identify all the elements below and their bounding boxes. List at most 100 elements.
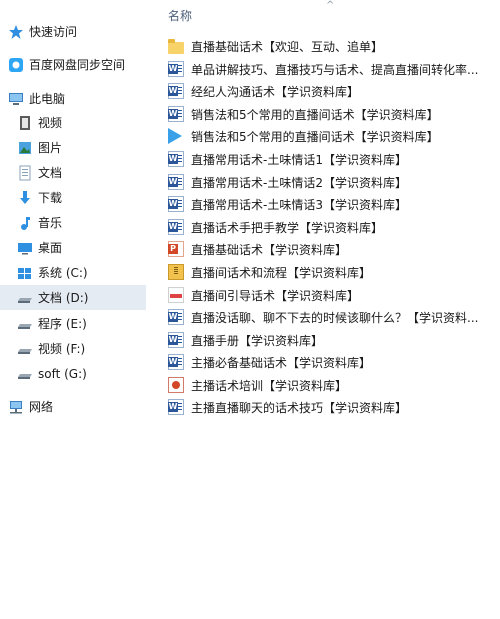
nav-this-pc[interactable]: 此电脑	[8, 86, 154, 111]
file-row[interactable]: 销售法和5个常用的直播间话术【学识资料库】	[168, 125, 498, 147]
file-name: 经纪人沟通话术【学识资料库】	[191, 84, 360, 99]
nav-drive-c[interactable]: 系统 (C:)	[17, 260, 163, 285]
word-document-icon	[168, 83, 184, 99]
navigation-pane: 快速访问 百度网盘同步空间 此电脑 视频 图片 文档 下载 音乐 桌面 系统 (…	[0, 0, 150, 619]
file-row[interactable]: 销售法和5个常用的直播间话术【学识资料库】	[168, 103, 498, 125]
document-folder-icon	[17, 165, 33, 181]
baidu-netdisk-icon	[8, 57, 24, 73]
file-row[interactable]: 直播间话术和流程【学识资料库】	[168, 261, 498, 283]
file-name: 单品讲解技巧、直播技巧与话术、提高直播间转化率...	[191, 62, 479, 77]
nav-label: 百度网盘同步空间	[29, 58, 126, 72]
word-document-icon	[168, 354, 184, 370]
computer-icon	[8, 91, 24, 107]
file-name: 直播常用话术-土味情话2【学识资料库】	[191, 175, 407, 190]
file-row[interactable]: 直播常用话术-土味情话3【学识资料库】	[168, 193, 498, 215]
file-name: 主播直播聊天的话术技巧【学识资料库】	[191, 400, 408, 415]
word-document-icon	[168, 332, 184, 348]
drive-icon	[17, 316, 33, 332]
file-name: 直播基础话术【学识资料库】	[191, 242, 348, 257]
nav-label: soft (G:)	[38, 366, 87, 381]
nav-drive-f[interactable]: 视频 (F:)	[17, 336, 163, 361]
nav-label: 文档	[38, 166, 63, 180]
word-document-icon	[168, 174, 184, 190]
word-document-icon	[168, 106, 184, 122]
word-document-icon	[168, 196, 184, 212]
file-name: 直播间话术和流程【学识资料库】	[191, 265, 372, 280]
file-row[interactable]: 单品讲解技巧、直播技巧与话术、提高直播间转化率...	[168, 58, 498, 80]
nav-drive-e[interactable]: 程序 (E:)	[17, 311, 163, 336]
word-document-icon	[168, 219, 184, 235]
nav-desktop[interactable]: 桌面	[17, 235, 163, 260]
word-document-icon	[168, 61, 184, 77]
word-document-icon	[168, 309, 184, 325]
word-document-icon	[168, 151, 184, 167]
nav-label: 音乐	[38, 216, 63, 230]
file-name: 直播话术手把手教学【学识资料库】	[191, 220, 384, 235]
drive-icon	[17, 290, 33, 306]
file-row[interactable]: 直播基础话术【欢迎、互动、追单】	[168, 35, 498, 57]
file-row[interactable]: 经纪人沟通话术【学识资料库】	[168, 80, 498, 102]
file-name: 主播话术培训【学识资料库】	[191, 378, 348, 393]
file-list: ^ 名称 直播基础话术【欢迎、互动、追单】 单品讲解技巧、直播技巧与话术、提高直…	[160, 0, 500, 619]
pdf-file-icon	[168, 287, 184, 303]
star-icon	[8, 24, 24, 40]
download-folder-icon	[17, 190, 33, 206]
nav-documents[interactable]: 文档	[17, 160, 163, 185]
nav-label: 视频	[38, 116, 63, 130]
drive-icon	[17, 366, 33, 382]
archive-file-icon	[168, 264, 184, 280]
file-row[interactable]: 主播必备基础话术【学识资料库】	[168, 351, 498, 373]
file-name: 直播手册【学识资料库】	[191, 333, 324, 348]
column-header-name[interactable]: 名称	[168, 7, 192, 24]
file-name: 主播必备基础话术【学识资料库】	[191, 355, 372, 370]
sort-ascending-icon[interactable]: ^	[326, 0, 334, 11]
network-icon	[8, 399, 24, 415]
nav-label: 桌面	[38, 241, 63, 255]
file-name: 销售法和5个常用的直播间话术【学识资料库】	[191, 107, 439, 122]
nav-label: 系统 (C:)	[38, 266, 88, 280]
video-file-icon	[168, 128, 182, 144]
file-row[interactable]: 直播手册【学识资料库】	[168, 329, 498, 351]
nav-drive-g[interactable]: soft (G:)	[17, 361, 163, 386]
file-name: 销售法和5个常用的直播间话术【学识资料库】	[191, 129, 439, 144]
nav-music[interactable]: 音乐	[17, 210, 163, 235]
nav-quick-access[interactable]: 快速访问	[8, 19, 154, 44]
nav-label: 此电脑	[29, 92, 66, 106]
file-name: 直播没话聊、聊不下去的时候该聊什么？【学识资料...	[191, 310, 479, 325]
picture-folder-icon	[17, 140, 33, 156]
file-row[interactable]: 直播基础话术【学识资料库】	[168, 238, 498, 260]
nav-label: 视频 (F:)	[38, 342, 86, 356]
file-row[interactable]: 直播常用话术-土味情话2【学识资料库】	[168, 171, 498, 193]
music-folder-icon	[17, 215, 33, 231]
nav-pictures[interactable]: 图片	[17, 135, 163, 160]
file-row[interactable]: 主播直播聊天的话术技巧【学识资料库】	[168, 396, 498, 418]
powerpoint-file-icon	[168, 241, 184, 257]
file-row[interactable]: 直播常用话术-土味情话1【学识资料库】	[168, 148, 498, 170]
desktop-folder-icon	[17, 240, 33, 256]
nav-label: 下载	[38, 191, 63, 205]
windows-drive-icon	[17, 265, 33, 281]
file-name: 直播基础话术【欢迎、互动、追单】	[191, 39, 384, 54]
nav-label: 网络	[29, 400, 54, 414]
file-name: 直播常用话术-土味情话3【学识资料库】	[191, 197, 407, 212]
drive-icon	[17, 341, 33, 357]
file-row[interactable]: 主播话术培训【学识资料库】	[168, 374, 498, 396]
nav-label: 文档 (D:)	[38, 291, 89, 305]
file-name: 直播常用话术-土味情话1【学识资料库】	[191, 152, 407, 167]
file-name: 直播间引导话术【学识资料库】	[191, 288, 360, 303]
file-row[interactable]: 直播话术手把手教学【学识资料库】	[168, 216, 498, 238]
nav-drive-d[interactable]: 文档 (D:)	[0, 285, 146, 310]
file-row[interactable]: 直播间引导话术【学识资料库】	[168, 284, 498, 306]
nav-baidu-netdisk[interactable]: 百度网盘同步空间	[8, 52, 154, 77]
presentation-file-icon	[168, 377, 184, 393]
nav-label: 图片	[38, 141, 63, 155]
file-row[interactable]: 直播没话聊、聊不下去的时候该聊什么？【学识资料...	[168, 306, 498, 328]
nav-downloads[interactable]: 下载	[17, 185, 163, 210]
nav-network[interactable]: 网络	[8, 394, 154, 419]
nav-label: 程序 (E:)	[38, 317, 87, 331]
video-folder-icon	[17, 115, 33, 131]
word-document-icon	[168, 399, 184, 415]
nav-videos[interactable]: 视频	[17, 110, 163, 135]
folder-icon	[168, 38, 184, 54]
nav-label: 快速访问	[29, 25, 78, 39]
